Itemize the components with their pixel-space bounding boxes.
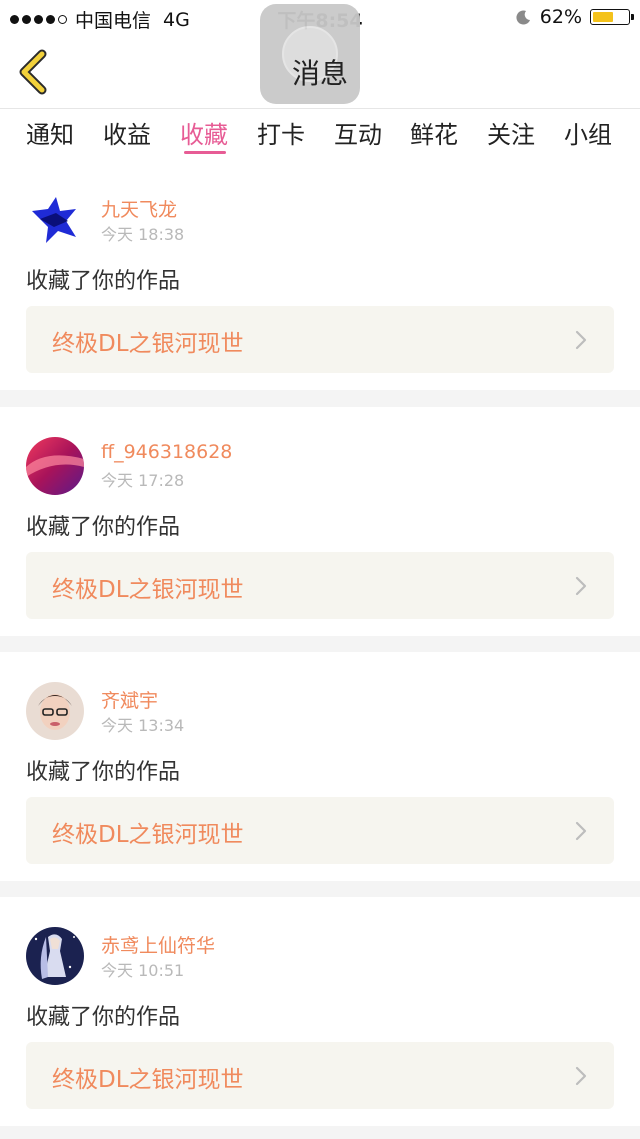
timestamp: 今天 10:51 (101, 961, 185, 980)
timestamp: 今天 18:38 (101, 225, 185, 244)
work-title: 终极DL之银河现世 (52, 577, 244, 603)
status-right: 62% (516, 6, 634, 28)
battery-icon (590, 9, 634, 25)
timestamp: 今天 13:34 (101, 716, 185, 735)
username[interactable]: 赤鸢上仙符华 (101, 931, 215, 958)
avatar[interactable] (26, 682, 84, 740)
work-link[interactable]: 终极DL之银河现世 (26, 552, 614, 619)
list-item: 赤鸢上仙符华 今天 10:51 收藏了你的作品 终极DL之银河现世 (0, 897, 640, 1126)
work-link[interactable]: 终极DL之银河现世 (26, 1042, 614, 1109)
chevron-right-icon (575, 330, 587, 350)
chevron-right-icon (575, 1066, 587, 1086)
work-title: 终极DL之银河现世 (52, 331, 244, 357)
work-link[interactable]: 终极DL之银河现世 (26, 797, 614, 864)
list-item: 九天飞龙 今天 18:38 收藏了你的作品 终极DL之银河现世 (0, 161, 640, 390)
work-title: 终极DL之银河现世 (52, 1067, 244, 1093)
tab-earnings[interactable]: 收益 (103, 115, 151, 150)
chevron-right-icon (575, 576, 587, 596)
navbar: 消息 (0, 4, 640, 109)
active-tab-indicator (184, 151, 226, 154)
tab-groups[interactable]: 小组 (564, 115, 612, 150)
tab-flowers[interactable]: 鲜花 (410, 115, 458, 150)
work-link[interactable]: 终极DL之银河现世 (26, 306, 614, 373)
username[interactable]: 齐斌宇 (101, 686, 158, 713)
page-title: 消息 (291, 57, 348, 90)
action-text: 收藏了你的作品 (26, 1005, 181, 1030)
list-item: ff_946318628 今天 17:28 收藏了你的作品 终极DL之银河现世 (0, 407, 640, 636)
action-text: 收藏了你的作品 (26, 760, 181, 785)
moon-icon (516, 10, 530, 25)
tab-bar: 通知 收益 收藏 打卡 互动 鲜花 关注 小组 (0, 109, 640, 161)
tab-notifications[interactable]: 通知 (26, 115, 74, 150)
chevron-right-icon (575, 821, 587, 841)
timestamp: 今天 17:28 (101, 471, 185, 490)
action-text: 收藏了你的作品 (26, 269, 181, 294)
tab-follow[interactable]: 关注 (487, 115, 535, 150)
action-text: 收藏了你的作品 (26, 515, 181, 540)
avatar[interactable] (26, 437, 84, 495)
battery-fill (593, 12, 614, 22)
avatar[interactable] (26, 191, 84, 249)
username[interactable]: ff_946318628 (101, 441, 232, 463)
tab-favorites[interactable]: 收藏 (180, 115, 228, 150)
username[interactable]: 九天飞龙 (101, 195, 177, 222)
battery-percent: 62% (539, 6, 582, 28)
tab-checkin[interactable]: 打卡 (257, 115, 305, 150)
list-item: 齐斌宇 今天 13:34 收藏了你的作品 终极DL之银河现世 (0, 652, 640, 881)
work-title: 终极DL之银河现世 (52, 822, 244, 848)
tab-interactions[interactable]: 互动 (334, 115, 382, 150)
avatar[interactable] (26, 927, 84, 985)
